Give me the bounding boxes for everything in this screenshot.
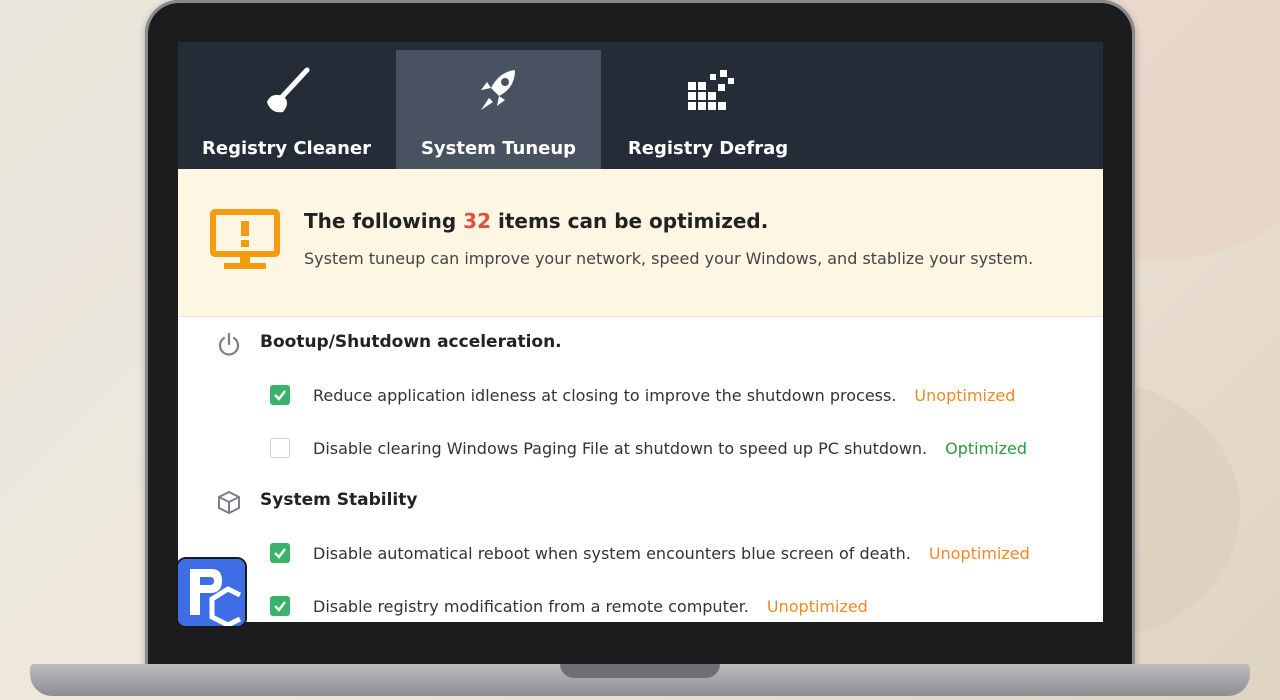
headline-prefix: The following	[304, 209, 457, 233]
cube-icon	[218, 490, 240, 515]
section-title-bootup: Bootup/Shutdown acceleration.	[260, 332, 562, 352]
broom-icon	[266, 67, 309, 113]
tuneup-item[interactable]: Disable registry modification from a rem…	[270, 594, 868, 618]
item-label: Disable automatical reboot when system e…	[313, 543, 911, 563]
power-icon	[218, 332, 240, 356]
checkbox[interactable]	[270, 596, 290, 616]
item-label: Disable clearing Windows Paging File at …	[313, 438, 928, 458]
laptop-notch	[560, 664, 720, 678]
tab-bar: Registry Cleaner System Tuneup Registry …	[178, 42, 1103, 169]
checkbox[interactable]	[270, 385, 290, 405]
tab-label: System Tuneup	[420, 138, 577, 159]
tuneup-item[interactable]: Disable clearing Windows Paging File at …	[270, 436, 1027, 460]
summary-banner: The following 32 items can be optimized.…	[178, 169, 1103, 317]
tab-label: Registry Defrag	[627, 138, 789, 159]
item-label: Reduce application idleness at closing t…	[313, 385, 897, 405]
status-label: Unoptimized	[914, 385, 1016, 405]
rocket-icon	[480, 70, 515, 110]
headline-suffix: items can be optimized.	[497, 209, 769, 233]
tuneup-item[interactable]: Disable automatical reboot when system e…	[270, 541, 1030, 565]
checkbox[interactable]	[270, 543, 290, 563]
status-label: Unoptimized	[928, 543, 1030, 563]
checkbox[interactable]	[270, 438, 290, 458]
banner-subtitle: System tuneup can improve your network, …	[304, 249, 1034, 268]
tab-registry-defrag[interactable]: Registry Defrag	[602, 50, 814, 169]
section-title-stability: System Stability	[260, 490, 418, 510]
optimize-headline: The following 32 items can be optimized.	[304, 209, 768, 233]
checkmark-icon	[274, 601, 286, 612]
monitor-warning-icon	[210, 209, 280, 269]
status-label: Unoptimized	[766, 596, 868, 616]
checkmark-icon	[274, 390, 286, 401]
tab-label: Registry Cleaner	[202, 138, 371, 159]
item-label: Disable registry modification from a rem…	[313, 596, 749, 616]
tab-system-tuneup[interactable]: System Tuneup	[396, 50, 601, 169]
optimizable-count: 32	[463, 209, 491, 233]
app-window: Registry Cleaner System Tuneup Registry …	[178, 42, 1103, 622]
tuneup-item[interactable]: Reduce application idleness at closing t…	[270, 383, 1015, 407]
checkmark-icon	[274, 548, 286, 559]
defrag-blocks-icon	[688, 70, 734, 110]
watermark-logo	[176, 557, 247, 628]
status-label: Optimized	[945, 438, 1028, 458]
tab-registry-cleaner[interactable]: Registry Cleaner	[178, 50, 395, 169]
pc-logo-icon	[178, 559, 245, 626]
